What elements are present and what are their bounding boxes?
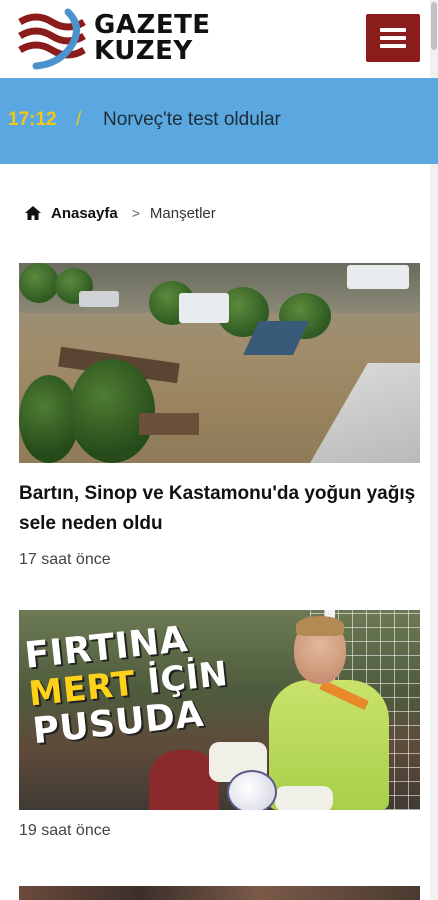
site-logo[interactable]: GAZETE KUZEY	[18, 8, 228, 70]
article-image[interactable]: FIRTINA MERT İÇİN PUSUDA	[19, 610, 420, 810]
breadcrumb-home-link[interactable]: Anasayfa	[51, 205, 118, 222]
article-time: 17 saat önce	[19, 551, 111, 568]
image-headline: FIRTINA MERT İÇİN PUSUDA	[23, 617, 234, 752]
ticker-time: 17:12	[8, 109, 57, 130]
menu-button[interactable]	[366, 14, 420, 62]
news-ticker[interactable]: 17:12 / Norveç'te test oldular	[0, 78, 438, 164]
home-icon	[25, 206, 41, 220]
logo-line-1: GAZETE	[94, 10, 211, 40]
scrollbar-thumb[interactable]	[431, 2, 437, 50]
breadcrumb-current: Manşetler	[149, 204, 216, 222]
article-card[interactable]: Bartın, Sinop ve Kastamonu'da yoğun yağı…	[19, 263, 420, 569]
article-time: 19 saat önce	[19, 822, 111, 839]
ticker-headline[interactable]: Norveç'te test oldular	[103, 109, 281, 131]
article-title[interactable]: Bartın, Sinop ve Kastamonu'da yoğun yağı…	[19, 479, 420, 539]
logo-text: GAZETE KUZEY	[94, 12, 211, 64]
breadcrumb: Anasayfa > Manşetler	[24, 202, 216, 224]
article-image[interactable]	[19, 263, 420, 463]
site-header: GAZETE KUZEY	[0, 0, 438, 78]
breadcrumb-separator: >	[131, 205, 140, 221]
logo-line-2: KUZEY	[94, 36, 193, 66]
logo-mark-icon	[18, 8, 86, 70]
article-image-partial[interactable]	[19, 886, 420, 900]
article-card[interactable]: FIRTINA MERT İÇİN PUSUDA 19 saat önce	[19, 610, 420, 840]
ticker-separator: /	[76, 109, 82, 130]
